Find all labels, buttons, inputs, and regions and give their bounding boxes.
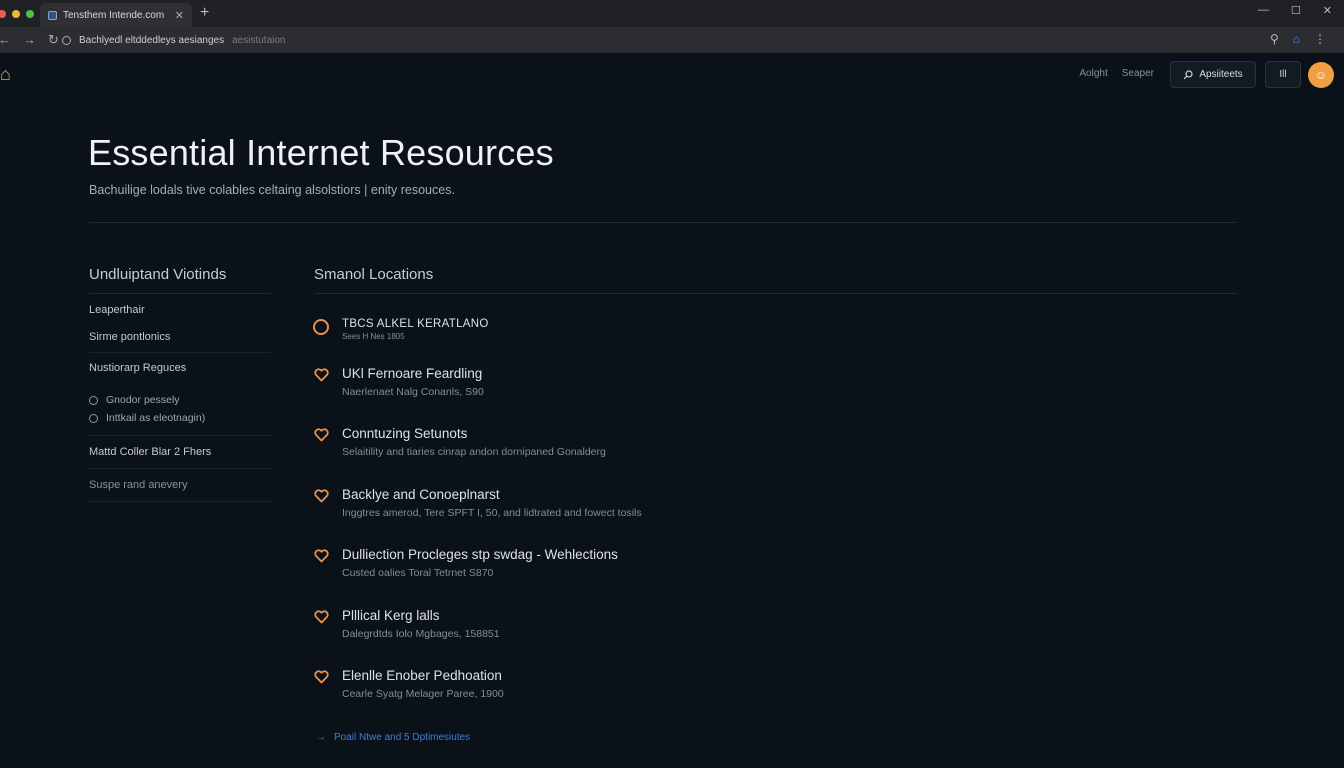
page-subtitle: Bachuilige lodals tive colables celtaing…: [89, 183, 455, 197]
close-window-dot[interactable]: [0, 9, 6, 18]
nav-link-2[interactable]: Seaper: [1122, 68, 1154, 79]
forward-arrow-icon[interactable]: →: [23, 32, 36, 48]
location-subtitle: Inggtres amerod, Tere SPFT I, 50, and li…: [342, 507, 642, 519]
menu-dots-icon[interactable]: ⋮: [1314, 32, 1326, 46]
arrow-right-icon: →: [316, 732, 326, 743]
list-item[interactable]: UKl Fernoare Feardling Naerlenaet Nalg C…: [313, 366, 484, 398]
browser-tab-bar: Tensthem Intende.com ✕ + — ☐ ✕: [0, 0, 1344, 27]
list-item[interactable]: Elenlle Enober Pedhoation Cearle Syatg M…: [313, 668, 504, 700]
new-tab-icon[interactable]: +: [200, 4, 209, 22]
home-icon[interactable]: ⌂: [1293, 32, 1300, 46]
sidebar-item[interactable]: Leaperthair: [89, 294, 271, 322]
section-heading: Smanol Locations: [314, 266, 1238, 294]
location-title: Dulliection Procleges stp swdag - Wehlec…: [342, 547, 618, 562]
window-controls: — ☐ ✕: [1258, 4, 1332, 17]
restore-icon[interactable]: ☐: [1291, 4, 1301, 17]
search-icon: [1183, 69, 1193, 79]
reload-icon[interactable]: ↻: [48, 32, 59, 48]
list-item[interactable]: TBCS ALKEL KERATLANO Sees H Nes 1805: [313, 318, 489, 341]
sidebar-sub-item[interactable]: Gnodor pessely: [89, 391, 271, 409]
location-circle-icon: [313, 319, 329, 335]
view-more-label: Poail Ntwe and 5 Dptimesiutes: [334, 732, 471, 743]
sidebar-sub-label: Inttkail as eleotnagin): [106, 412, 206, 424]
page-title: Essential Internet Resources: [88, 132, 554, 173]
toolbar-actions: ⚲ ⌂ ⋮: [1270, 32, 1326, 46]
user-avatar-icon: ☺: [1314, 68, 1328, 82]
locations-section: Smanol Locations: [314, 266, 1238, 294]
heart-icon: [313, 669, 329, 685]
divider: [89, 222, 1237, 223]
location-title: Backlye and Conoeplnarst: [342, 487, 500, 502]
location-title: Plllical Kerg lalls: [342, 608, 440, 623]
sidebar: Undluiptand Viotinds Leaperthair Sirme p…: [89, 266, 271, 502]
url-text-dim: aesistutaion: [232, 35, 286, 46]
site-nav: Aolght Seaper: [1079, 68, 1154, 79]
address-toolbar: ← → ↻ Bachlyedl eltddedleys aesianges ae…: [0, 27, 1344, 53]
radio-icon: [89, 413, 98, 423]
location-title: Conntuzing Setunots: [342, 426, 468, 441]
tab-title: Tensthem Intende.com: [63, 9, 165, 21]
search-apply-button[interactable]: Apsiiteets: [1170, 61, 1256, 88]
location-title: UKl Fernoare Feardling: [342, 366, 483, 381]
sidebar-sub-label: Gnodor pessely: [106, 394, 180, 406]
maximize-window-dot[interactable]: [26, 9, 34, 18]
menu-button-label: Ill: [1279, 69, 1287, 80]
nav-link-1[interactable]: Aolght: [1079, 68, 1107, 79]
sidebar-item[interactable]: Nustiorarp Reguces: [89, 353, 271, 383]
location-title: TBCS ALKEL KERATLANO: [342, 318, 489, 330]
nav-buttons: ← → ↻: [0, 32, 59, 48]
list-item[interactable]: Backlye and Conoeplnarst Inggtres amerod…: [313, 487, 642, 519]
apply-button-label: Apsiiteets: [1199, 69, 1243, 80]
location-subtitle: Sees H Nes 1805: [342, 332, 405, 341]
browser-tab[interactable]: Tensthem Intende.com ✕: [40, 3, 192, 27]
avatar[interactable]: ☺: [1308, 62, 1334, 88]
url-field[interactable]: Bachlyedl eltddedleys aesianges aesistut…: [62, 31, 1252, 50]
window-traffic-lights: [0, 9, 34, 18]
location-subtitle: Dalegrdtds Iolo Mgbages, 158851: [342, 628, 500, 640]
sidebar-heading: Undluiptand Viotinds: [89, 266, 271, 294]
location-subtitle: Cearle Syatg Melager Paree, 1900: [342, 688, 504, 700]
heart-icon: [313, 609, 329, 625]
extension-icon[interactable]: ⚲: [1270, 32, 1279, 46]
site-logo-icon[interactable]: ⌂: [0, 64, 11, 85]
minimize-icon[interactable]: —: [1258, 4, 1269, 17]
view-more-link[interactable]: → Poail Ntwe and 5 Dptimesiutes: [316, 732, 470, 743]
heart-icon: [313, 488, 329, 504]
sidebar-item[interactable]: Sirme pontlonics: [89, 322, 271, 353]
location-subtitle: Selaitility and tiaries cinrap andon dor…: [342, 446, 606, 458]
sidebar-item[interactable]: Suspe rand anevery: [89, 469, 271, 502]
location-title: Elenlle Enober Pedhoation: [342, 668, 502, 683]
sidebar-item[interactable]: Mattd Coller Blar 2 Fhers: [89, 436, 271, 469]
menu-button[interactable]: Ill: [1265, 61, 1301, 88]
sidebar-sub-item[interactable]: Inttkail as eleotnagin): [89, 409, 271, 427]
location-subtitle: Naerlenaet Nalg Conanls, S90: [342, 386, 484, 398]
list-item[interactable]: Conntuzing Setunots Selaitility and tiar…: [313, 426, 606, 458]
heart-icon: [313, 367, 329, 383]
favicon-icon: [48, 10, 57, 20]
heart-icon: [313, 427, 329, 443]
url-text: Bachlyedl eltddedleys aesianges: [79, 35, 225, 46]
radio-icon: [89, 395, 98, 405]
minimize-window-dot[interactable]: [12, 9, 20, 18]
close-icon[interactable]: ✕: [1323, 4, 1332, 17]
sidebar-sub-list: Gnodor pessely Inttkail as eleotnagin): [89, 383, 271, 436]
location-subtitle: Custed oalies Toral Tetrnet S870: [342, 567, 494, 579]
heart-icon: [313, 548, 329, 564]
close-tab-icon[interactable]: ✕: [175, 9, 184, 22]
list-item[interactable]: Dulliection Procleges stp swdag - Wehlec…: [313, 547, 618, 579]
site-info-icon[interactable]: [62, 36, 71, 45]
back-arrow-icon[interactable]: ←: [0, 32, 11, 48]
list-item[interactable]: Plllical Kerg lalls Dalegrdtds Iolo Mgba…: [313, 608, 500, 640]
